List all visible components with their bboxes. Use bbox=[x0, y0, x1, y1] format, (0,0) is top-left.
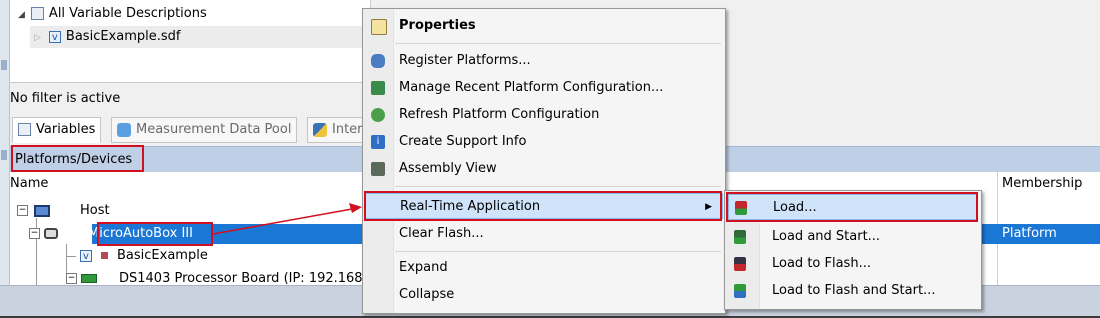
callout-arrow-line bbox=[212, 208, 353, 235]
menu-item-label: Expand bbox=[399, 260, 448, 275]
menu-item-expand[interactable]: Expand bbox=[363, 255, 725, 281]
menu-item-collapse[interactable]: Collapse bbox=[363, 282, 725, 308]
properties-icon bbox=[371, 19, 387, 35]
menu-item-label: Load and Start... bbox=[772, 229, 881, 244]
menu-item-label: Load to Flash... bbox=[772, 256, 871, 271]
info-icon: i bbox=[371, 135, 385, 149]
highlight-frame-load bbox=[726, 192, 978, 222]
menu-item-load-to-flash[interactable]: Load to Flash... bbox=[725, 251, 981, 277]
menu-item-label: Collapse bbox=[399, 287, 455, 302]
context-menu: Properties Register Platforms... Manage … bbox=[362, 8, 726, 314]
assembly-icon bbox=[371, 162, 385, 176]
menu-item-label: Create Support Info bbox=[399, 134, 527, 149]
menu-item-label: Refresh Platform Configuration bbox=[399, 107, 600, 122]
load-flash-icon bbox=[734, 257, 746, 271]
menu-item-manage-recent[interactable]: Manage Recent Platform Configuration... bbox=[363, 75, 725, 101]
menu-item-clear-flash[interactable]: Clear Flash... bbox=[363, 221, 725, 247]
menu-item-label: Clear Flash... bbox=[399, 226, 484, 241]
menu-item-load-to-flash-and-start[interactable]: Load to Flash and Start... bbox=[725, 278, 981, 304]
menu-item-label: Properties bbox=[399, 18, 476, 33]
refresh-icon bbox=[371, 108, 385, 122]
highlight-frame-real-time-application bbox=[364, 191, 722, 221]
menu-separator bbox=[395, 251, 721, 252]
manage-icon bbox=[371, 81, 385, 95]
menu-item-label: Manage Recent Platform Configuration... bbox=[399, 80, 664, 95]
register-icon bbox=[371, 54, 385, 68]
menu-item-properties[interactable]: Properties bbox=[363, 13, 725, 39]
menu-item-label: Register Platforms... bbox=[399, 53, 531, 68]
callout-arrow-head bbox=[349, 203, 362, 213]
menu-item-create-support-info[interactable]: i Create Support Info bbox=[363, 129, 725, 155]
menu-separator bbox=[395, 186, 721, 187]
menu-item-register-platforms[interactable]: Register Platforms... bbox=[363, 48, 725, 74]
menu-item-label: Load to Flash and Start... bbox=[772, 283, 936, 298]
load-start-icon bbox=[734, 230, 746, 244]
menu-item-label: Assembly View bbox=[399, 161, 497, 176]
menu-item-refresh-platform[interactable]: Refresh Platform Configuration bbox=[363, 102, 725, 128]
menu-separator bbox=[395, 43, 721, 44]
load-flash-start-icon bbox=[734, 284, 746, 298]
menu-item-assembly-view[interactable]: Assembly View bbox=[363, 156, 725, 182]
menu-item-load-and-start[interactable]: Load and Start... bbox=[725, 224, 981, 250]
